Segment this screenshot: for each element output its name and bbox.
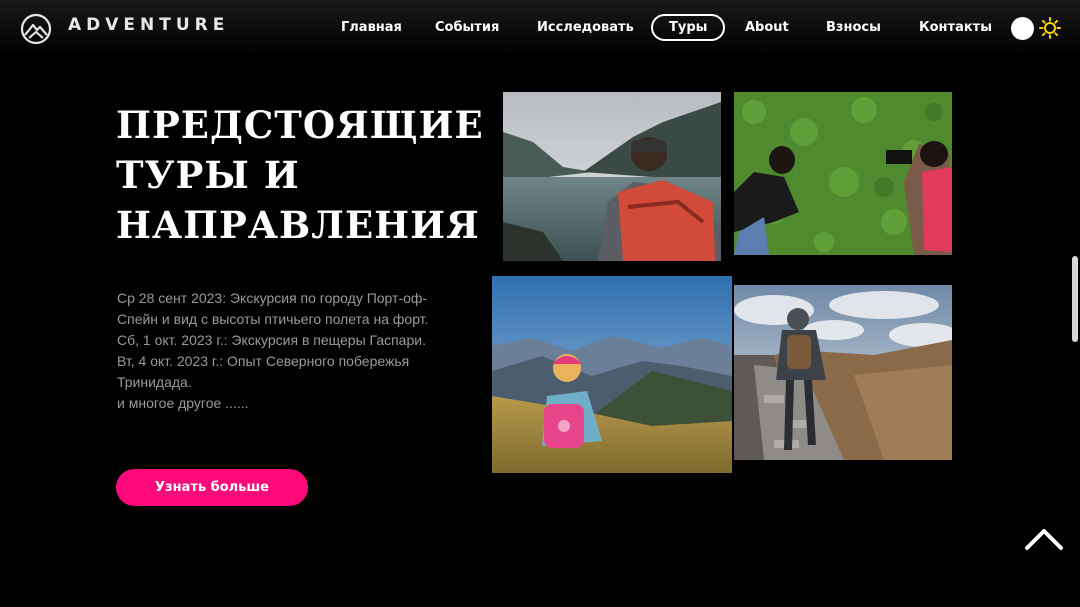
theme-toggle[interactable]	[1011, 17, 1034, 40]
tour-item: Ср 28 сент 2023: Экскурсия по городу Пор…	[117, 290, 429, 327]
nav-item-tours[interactable]: Туры	[651, 14, 726, 41]
page-title-line: ТУРЫ И	[116, 153, 300, 197]
chevron-up-icon[interactable]	[1024, 526, 1064, 552]
tour-item: Сб, 1 окт. 2023 г.: Экскурсия в пещеры Г…	[117, 332, 426, 348]
brand-name[interactable]: ADVENTURE	[68, 15, 229, 35]
tour-item: Вт, 4 окт. 2023 г.: Опыт Северного побер…	[117, 353, 410, 390]
nav-item-explore[interactable]: Исследовать	[537, 20, 634, 35]
nav-item-home[interactable]: Главная	[341, 20, 402, 35]
page-scrollbar[interactable]	[1072, 256, 1078, 342]
tour-item: и многое другое ......	[117, 395, 249, 411]
tour-photo-rocky-trail	[734, 285, 952, 460]
learn-more-button[interactable]: Узнать больше	[116, 469, 308, 506]
site-header: ADVENTURE Главная События Исследовать Ту…	[0, 0, 1080, 56]
tour-photo-grass-photographers	[734, 92, 952, 255]
upcoming-tours-list: Ср 28 сент 2023: Экскурсия по городу Пор…	[117, 288, 447, 414]
tour-photo-lake-hiker	[503, 92, 721, 261]
page-title-line: ПРЕДСТОЯЩИЕ	[116, 103, 484, 147]
nav-item-about[interactable]: About	[745, 20, 789, 35]
tour-photo-girl-hill	[492, 276, 732, 473]
sun-icon[interactable]	[1039, 17, 1061, 39]
nav-item-contacts[interactable]: Контакты	[919, 20, 992, 35]
nav-item-events[interactable]: События	[435, 20, 499, 35]
mountain-logo-icon[interactable]	[20, 13, 52, 45]
page-title-line: НАПРАВЛЕНИЯ	[116, 203, 480, 247]
nav-item-fees[interactable]: Взносы	[826, 20, 881, 35]
page-title: ПРЕДСТОЯЩИЕ ТУРЫ И НАПРАВЛЕНИЯ	[116, 100, 484, 250]
